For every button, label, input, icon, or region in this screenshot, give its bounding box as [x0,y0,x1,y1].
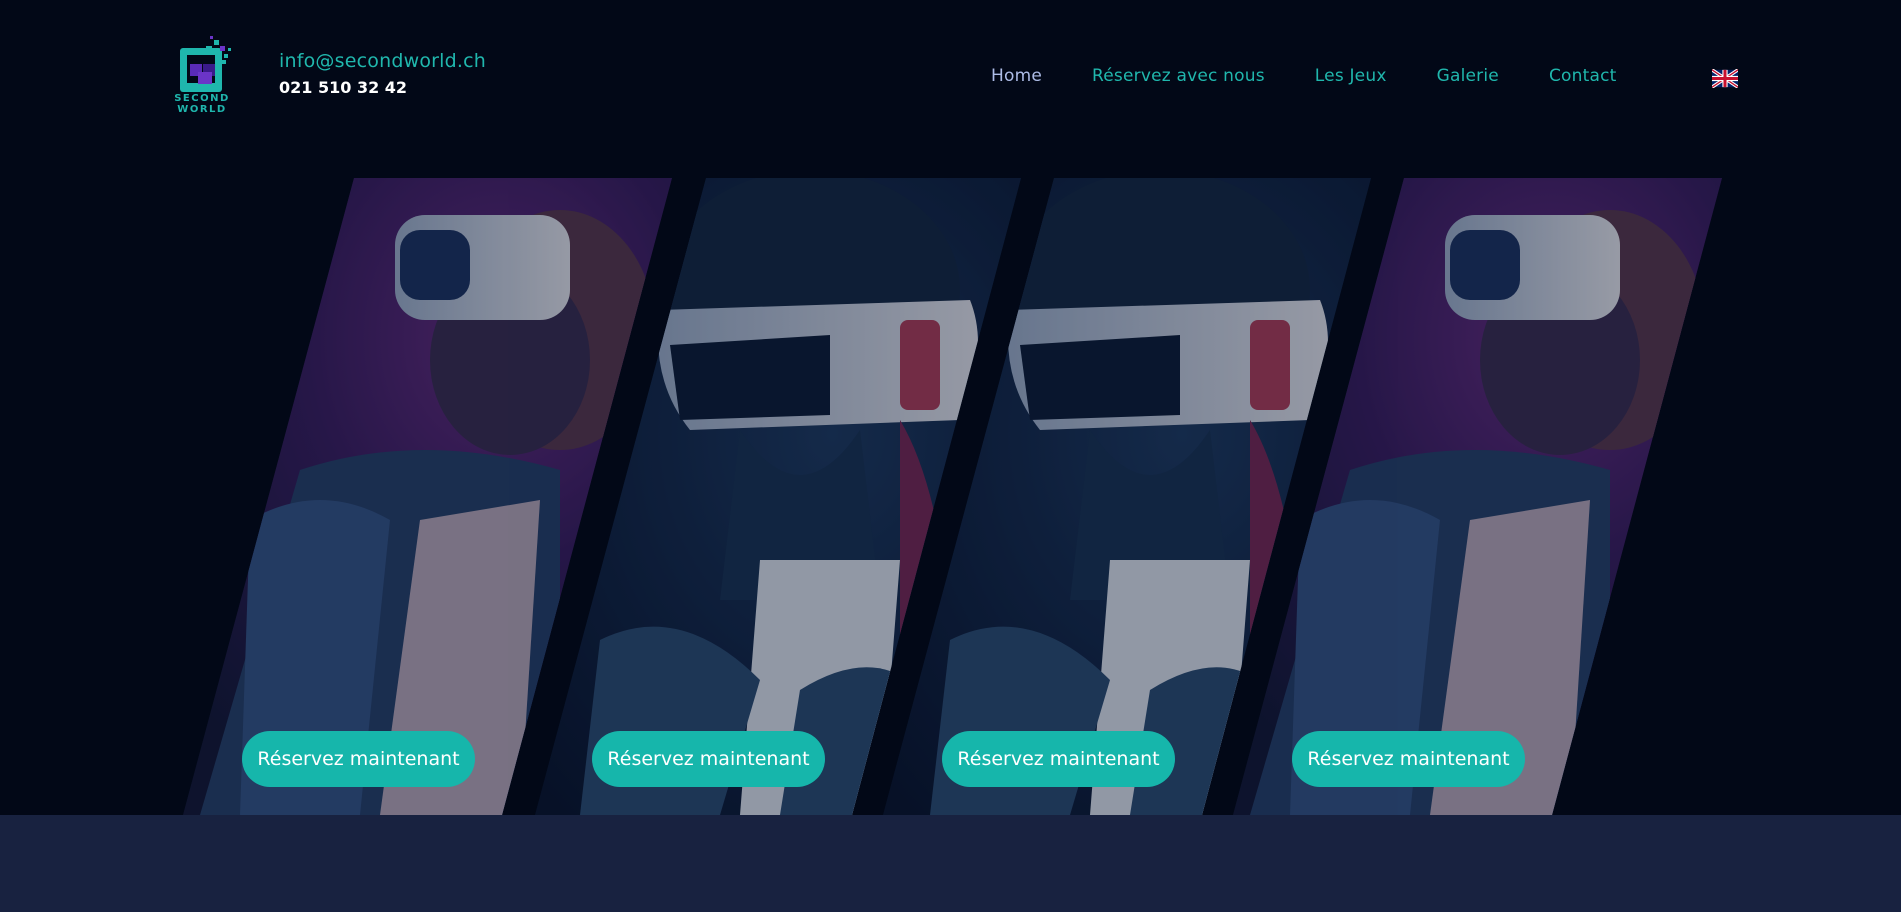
reserve-now-button-2[interactable]: Réservez maintenant [592,731,825,787]
section-band [0,815,1901,912]
reserve-now-button-1[interactable]: Réservez maintenant [242,731,475,787]
hero-gallery: Réservez maintenant Réservez maintenant … [0,0,1901,815]
reserve-now-button-4[interactable]: Réservez maintenant [1292,731,1525,787]
hero-panels [183,178,1722,815]
reserve-now-button-3[interactable]: Réservez maintenant [942,731,1175,787]
